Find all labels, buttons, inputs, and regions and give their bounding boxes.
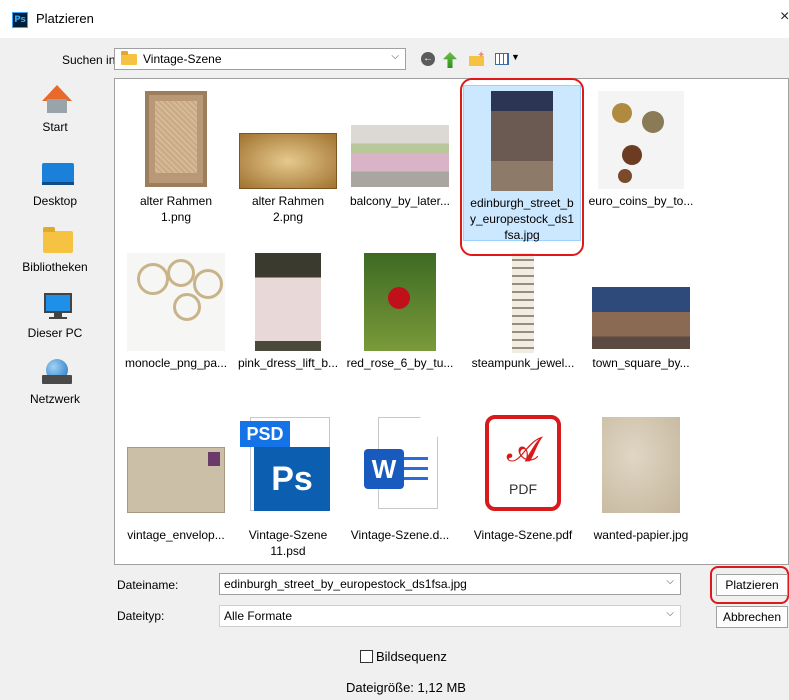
- file-item[interactable]: 𝓐 PDF Vintage-Szene.pdf: [467, 407, 579, 564]
- file-name: Vintage-Szene 11.psd: [248, 528, 328, 558]
- file-item[interactable]: balcony_by_later...: [344, 83, 456, 243]
- network-icon: [40, 357, 76, 387]
- place-label: Start: [42, 120, 68, 134]
- place-label: Netzwerk: [29, 392, 80, 406]
- place-label: Dieser PC: [27, 326, 83, 340]
- file-item[interactable]: alter Rahmen 1.png: [120, 83, 232, 243]
- file-item[interactable]: wanted-papier.jpg: [585, 407, 697, 564]
- chevron-down-icon: ⌵: [666, 576, 674, 587]
- desktop-icon: [40, 159, 76, 189]
- place-network[interactable]: Netzwerk: [0, 352, 110, 412]
- file-list[interactable]: alter Rahmen 1.png alter Rahmen 2.png ba…: [114, 78, 789, 565]
- file-thumbnail: [239, 133, 337, 189]
- filetype-dropdown[interactable]: Alle Formate ⌵: [219, 605, 681, 627]
- filetype-value: Alle Formate: [224, 609, 293, 623]
- file-thumbnail: [364, 253, 436, 351]
- lookin-label: Suchen in:: [62, 53, 119, 67]
- cancel-button[interactable]: Abbrechen: [716, 606, 788, 628]
- place-button[interactable]: Platzieren: [716, 574, 788, 596]
- file-thumbnail: [602, 417, 680, 513]
- filename-label: Dateiname:: [117, 578, 179, 592]
- image-sequence-checkbox[interactable]: [360, 650, 373, 663]
- file-name: euro_coins_by_to...: [588, 194, 694, 208]
- file-item[interactable]: euro_coins_by_to...: [585, 83, 697, 243]
- title-bar: Ps Platzieren ×: [0, 0, 789, 38]
- place-label: Bibliotheken: [22, 260, 88, 274]
- chevron-down-icon: ⌵: [666, 608, 674, 619]
- filename-value: edinburgh_street_by_europestock_ds1fsa.j…: [224, 577, 467, 591]
- close-icon[interactable]: ×: [780, 8, 789, 26]
- file-item[interactable]: pink_dress_lift_b...: [232, 245, 344, 405]
- file-item[interactable]: W Vintage-Szene.d...: [344, 407, 456, 564]
- file-item[interactable]: vintage_envelop...: [120, 407, 232, 564]
- file-name: Vintage-Szene.d...: [350, 528, 450, 542]
- place-this-pc[interactable]: Dieser PC: [0, 286, 110, 346]
- file-name: Vintage-Szene.pdf: [473, 528, 573, 542]
- back-arrow-icon: ←: [421, 52, 435, 66]
- photoshop-logo-icon: Ps: [12, 12, 28, 28]
- file-item[interactable]: alter Rahmen 2.png: [232, 83, 344, 243]
- file-name: town_square_by...: [592, 356, 690, 370]
- file-thumbnail: [255, 253, 321, 351]
- file-name: balcony_by_later...: [349, 194, 451, 208]
- up-folder-button[interactable]: [443, 51, 461, 69]
- file-name: alter Rahmen 1.png: [139, 194, 213, 224]
- computer-icon: [40, 291, 76, 321]
- word-file-icon: W: [358, 417, 442, 513]
- dialog-title: Platzieren: [36, 11, 94, 26]
- filename-input[interactable]: edinburgh_street_by_europestock_ds1fsa.j…: [219, 573, 681, 595]
- file-thumbnail: [592, 287, 690, 349]
- place-start[interactable]: Start: [0, 80, 110, 140]
- pdf-file-icon: 𝓐 PDF: [481, 415, 565, 515]
- file-name: alter Rahmen 2.png: [251, 194, 325, 224]
- new-folder-button[interactable]: ✦: [468, 50, 486, 69]
- file-name: red_rose_6_by_tu...: [346, 356, 454, 370]
- file-name: steampunk_jewel...: [471, 356, 575, 370]
- back-button[interactable]: ←: [420, 51, 438, 69]
- folder-icon: [121, 51, 137, 65]
- file-thumbnail: [598, 91, 684, 189]
- image-sequence-label: Bildsequenz: [376, 649, 447, 664]
- file-name: monocle_png_pa...: [124, 356, 228, 370]
- lookin-value: Vintage-Szene: [143, 52, 222, 66]
- file-thumbnail: [351, 125, 449, 187]
- library-icon: [40, 225, 76, 255]
- place-desktop[interactable]: Desktop: [0, 154, 110, 214]
- filetype-label: Dateityp:: [117, 609, 165, 623]
- selection-annotation: [460, 78, 584, 256]
- file-size-text: Dateigröße: 1,12 MB: [346, 680, 466, 695]
- up-arrow-icon: [443, 52, 457, 68]
- file-item[interactable]: monocle_png_pa...: [120, 245, 232, 405]
- lookin-dropdown[interactable]: Vintage-Szene ⌵: [114, 48, 406, 70]
- file-item[interactable]: PSD Ps Vintage-Szene 11.psd: [232, 407, 344, 564]
- dropdown-arrow-icon: ▼: [511, 52, 520, 62]
- view-grid-icon: [495, 53, 509, 65]
- file-name: pink_dress_lift_b...: [237, 356, 339, 370]
- file-thumbnail: [127, 253, 225, 351]
- places-bar: Start Desktop Bibliotheken Dieser PC Net…: [0, 80, 110, 580]
- chevron-down-icon: ⌵: [391, 51, 399, 62]
- file-item[interactable]: red_rose_6_by_tu...: [344, 245, 456, 405]
- home-icon: [40, 85, 76, 115]
- file-item[interactable]: town_square_by...: [585, 245, 697, 405]
- file-thumbnail: [127, 447, 225, 513]
- file-name: wanted-papier.jpg: [593, 528, 689, 542]
- file-thumbnail: [145, 91, 207, 187]
- file-item[interactable]: steampunk_jewel...: [467, 245, 579, 405]
- view-menu-button[interactable]: ▼: [495, 51, 525, 69]
- file-name: vintage_envelop...: [127, 528, 225, 542]
- file-thumbnail: [512, 253, 534, 353]
- psd-file-icon: PSD Ps: [240, 417, 336, 513]
- place-libraries[interactable]: Bibliotheken: [0, 220, 110, 280]
- place-label: Desktop: [32, 194, 78, 208]
